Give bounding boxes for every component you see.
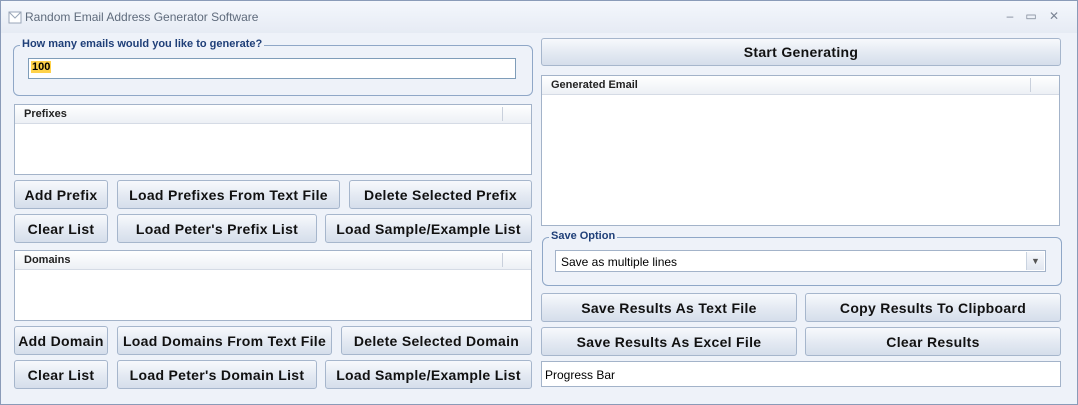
load-domains-file-button[interactable]: Load Domains From Text File <box>117 326 332 355</box>
load-peter-domain-list-button[interactable]: Load Peter's Domain List <box>117 360 317 389</box>
start-generating-button[interactable]: Start Generating <box>541 38 1061 66</box>
prefixes-header: Prefixes <box>15 105 531 124</box>
minimize-icon[interactable]: ‒ <box>1001 8 1019 24</box>
email-count-value: 100 <box>31 61 52 73</box>
save-option-select[interactable]: Save as multiple lines ▼ <box>555 250 1046 272</box>
load-prefixes-file-button[interactable]: Load Prefixes From Text File <box>117 180 340 209</box>
save-option-value: Save as multiple lines <box>561 255 678 269</box>
progress-bar-label: Progress Bar <box>545 368 616 382</box>
domains-list[interactable]: Domains <box>14 250 532 321</box>
save-excel-file-button[interactable]: Save Results As Excel File <box>541 327 797 356</box>
clear-domain-list-button[interactable]: Clear List <box>14 360 108 389</box>
domains-header-label: Domains <box>24 254 71 266</box>
close-icon[interactable]: ✕ <box>1045 8 1063 24</box>
load-peter-prefix-list-button[interactable]: Load Peter's Prefix List <box>117 214 317 243</box>
generated-email-header-label: Generated Email <box>551 79 638 91</box>
maximize-icon[interactable]: ▭ <box>1022 8 1040 24</box>
generated-email-header: Generated Email <box>542 76 1059 95</box>
clear-prefix-list-button[interactable]: Clear List <box>14 214 108 243</box>
title-bar: Random Email Address Generator Software … <box>1 1 1077 33</box>
add-prefix-button[interactable]: Add Prefix <box>14 180 108 209</box>
prefixes-header-label: Prefixes <box>24 108 67 120</box>
app-window: Random Email Address Generator Software … <box>0 0 1078 405</box>
copy-clipboard-button[interactable]: Copy Results To Clipboard <box>805 293 1061 322</box>
load-sample-prefix-list-button[interactable]: Load Sample/Example List <box>325 214 532 243</box>
email-count-input[interactable]: 100 <box>28 58 516 79</box>
domains-header: Domains <box>15 251 531 270</box>
app-icon <box>8 11 22 24</box>
chevron-down-icon[interactable]: ▼ <box>1026 252 1044 270</box>
add-domain-button[interactable]: Add Domain <box>14 326 108 355</box>
clear-results-button[interactable]: Clear Results <box>805 327 1061 356</box>
prefixes-list[interactable]: Prefixes <box>14 104 532 175</box>
email-count-label: How many emails would you like to genera… <box>20 38 265 50</box>
delete-selected-prefix-button[interactable]: Delete Selected Prefix <box>349 180 532 209</box>
window-title: Random Email Address Generator Software <box>25 10 259 24</box>
save-text-file-button[interactable]: Save Results As Text File <box>541 293 797 322</box>
save-option-label: Save Option <box>549 230 618 242</box>
load-sample-domain-list-button[interactable]: Load Sample/Example List <box>325 360 532 389</box>
delete-selected-domain-button[interactable]: Delete Selected Domain <box>341 326 532 355</box>
generated-email-list[interactable]: Generated Email <box>541 75 1060 226</box>
progress-bar: Progress Bar <box>541 361 1061 387</box>
